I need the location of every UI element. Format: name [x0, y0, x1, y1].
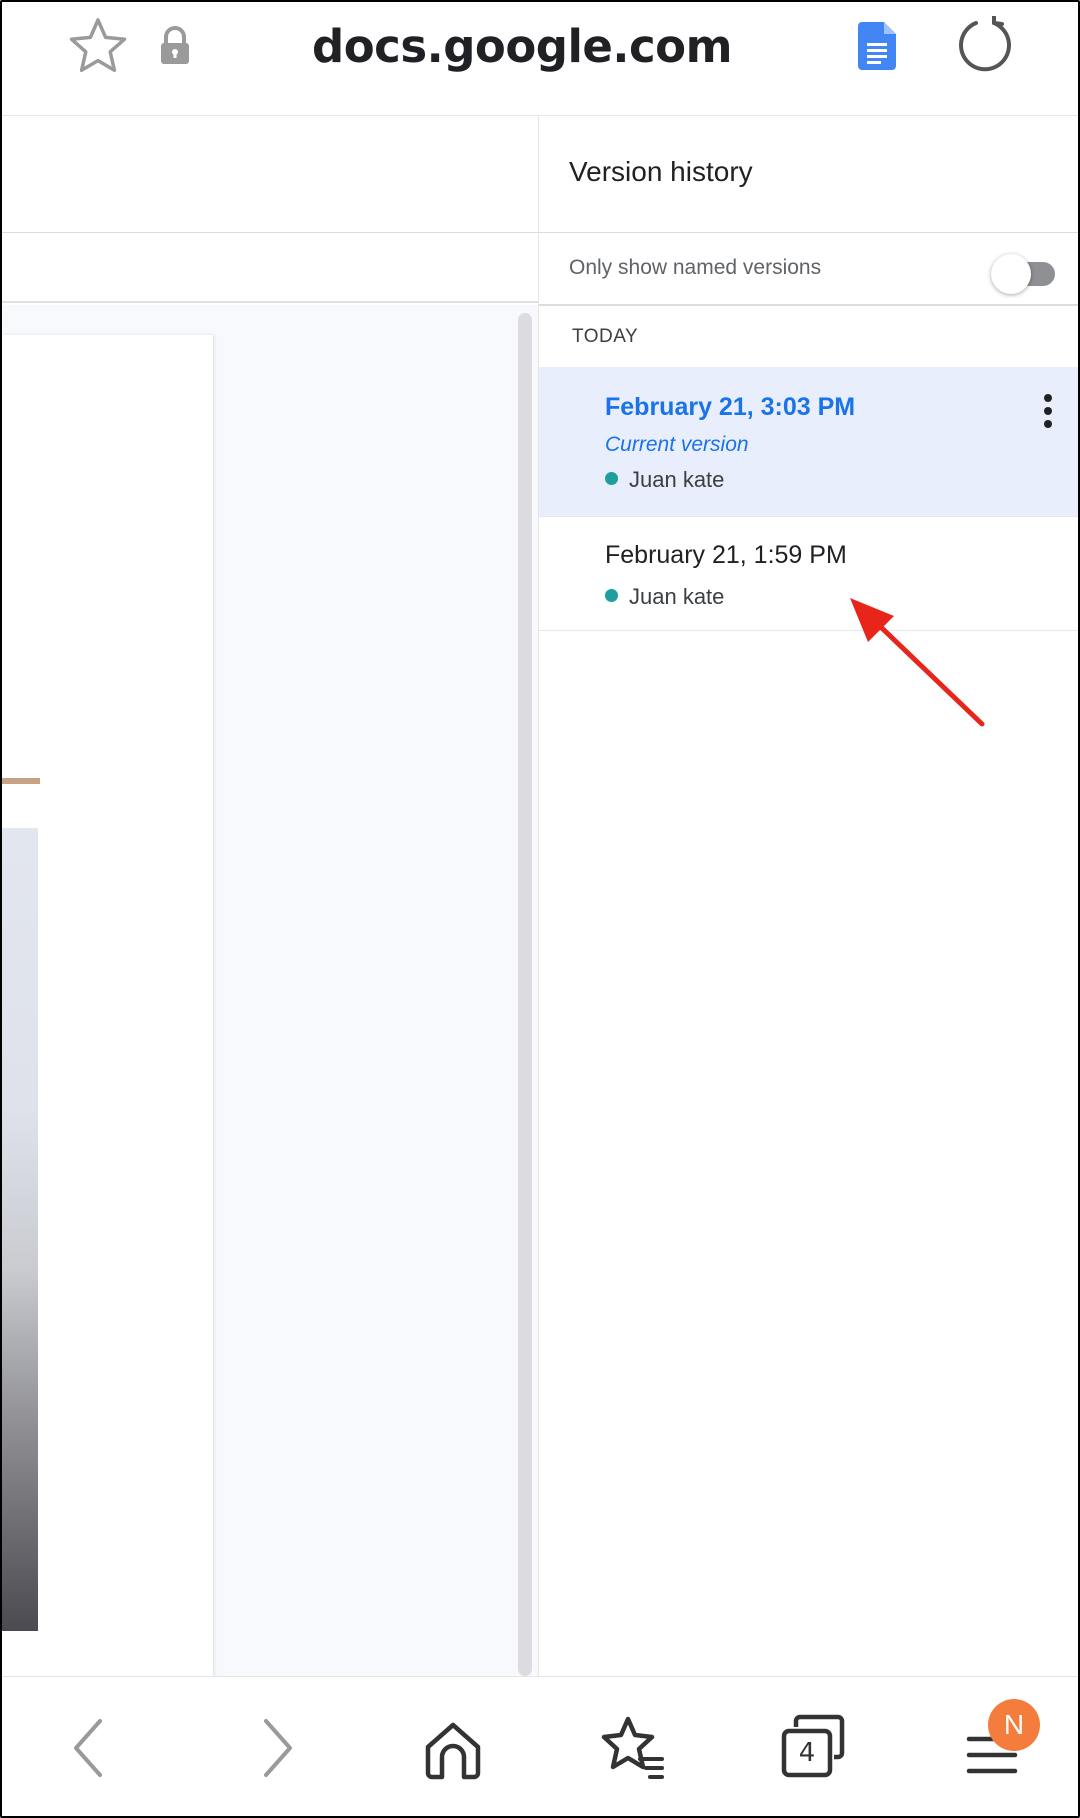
- divider: [539, 232, 1078, 233]
- page-divider-line: [2, 778, 40, 784]
- reload-icon[interactable]: [956, 16, 1016, 76]
- star-icon[interactable]: [68, 16, 128, 76]
- version-timestamp: February 21, 3:03 PM: [605, 393, 856, 421]
- bookmarks-icon[interactable]: [596, 1713, 666, 1783]
- panel-title: Version history: [569, 156, 753, 187]
- document-area: [2, 116, 538, 1676]
- author-name: Juan kate: [629, 467, 725, 492]
- document-scrollbar[interactable]: [518, 313, 532, 1676]
- forward-icon[interactable]: [240, 1713, 310, 1783]
- version-author: Juan kate: [605, 584, 724, 610]
- page-image: [2, 828, 38, 1631]
- author-name: Juan kate: [629, 584, 725, 609]
- document-header: [2, 116, 538, 233]
- author-color-dot: [605, 472, 618, 485]
- divider: [539, 304, 1078, 306]
- more-options-icon[interactable]: [1033, 391, 1063, 431]
- address-bar: docs.google.com: [2, 2, 1078, 116]
- document-page[interactable]: [2, 335, 213, 1676]
- url-domain[interactable]: docs.google.com: [302, 20, 742, 73]
- version-item-current[interactable]: February 21, 3:03 PM Current version Jua…: [539, 367, 1078, 517]
- back-icon[interactable]: [56, 1713, 126, 1783]
- google-docs-icon: [858, 22, 896, 70]
- section-header-today: TODAY: [572, 326, 639, 347]
- bottom-navigation: 4 N: [2, 1676, 1078, 1816]
- named-versions-toggle[interactable]: [991, 252, 1055, 294]
- browser-window: docs.google.com Version history Only sho…: [0, 0, 1080, 1818]
- named-versions-label: Only show named versions: [569, 256, 822, 279]
- tabs-button[interactable]: 4: [778, 1713, 848, 1783]
- version-history-panel: Version history Only show named versions…: [538, 116, 1078, 1676]
- profile-badge[interactable]: N: [988, 1699, 1040, 1751]
- current-version-label: Current version: [605, 433, 749, 456]
- version-timestamp: February 21, 1:59 PM: [605, 541, 847, 569]
- tabs-count: 4: [798, 1738, 816, 1768]
- version-item[interactable]: February 21, 1:59 PM Juan kate: [539, 518, 1078, 631]
- toggle-knob: [991, 254, 1031, 294]
- lock-icon: [161, 26, 189, 64]
- version-author: Juan kate: [605, 467, 724, 493]
- author-color-dot: [605, 589, 618, 602]
- home-icon[interactable]: [418, 1713, 488, 1783]
- annotation-arrow-icon: [850, 598, 985, 727]
- document-canvas[interactable]: [2, 305, 538, 1676]
- document-toolbar: [2, 233, 538, 303]
